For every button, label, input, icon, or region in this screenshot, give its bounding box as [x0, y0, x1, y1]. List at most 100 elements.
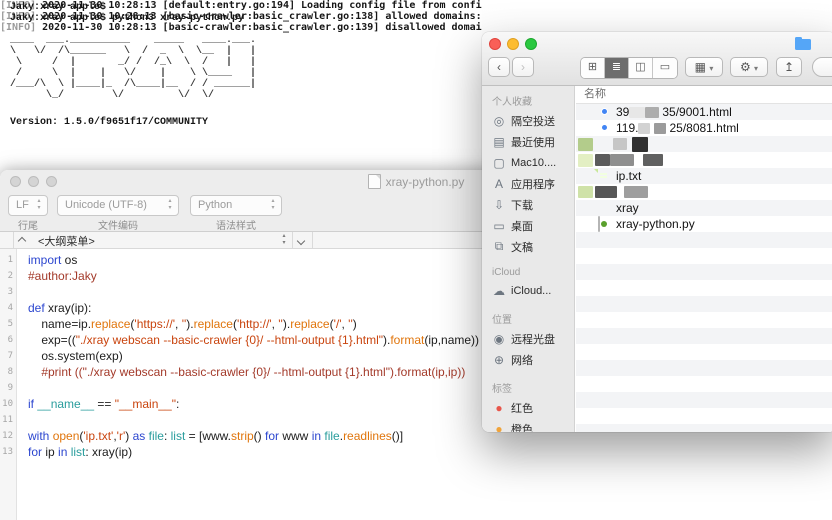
redaction-block	[643, 154, 663, 166]
gallery-view-button[interactable]: ▭	[653, 58, 677, 78]
line-number: 3	[7, 287, 13, 297]
code-token: format	[390, 333, 425, 347]
code-token: import	[28, 253, 62, 267]
outline-menu-select[interactable]: <大纲菜单>	[38, 233, 95, 249]
code-token: )	[125, 429, 133, 443]
encoding-select[interactable]: Unicode (UTF-8) ▴ ▾	[57, 195, 179, 216]
sidebar-item-network[interactable]: ⊕ 网络	[482, 349, 574, 370]
file-row[interactable]: 119. 25/8081.html	[576, 120, 832, 136]
file-name-text: 35/9001.html	[662, 105, 732, 119]
code-token: replace	[91, 317, 131, 331]
group-button[interactable]: ▦ ▾	[685, 57, 723, 77]
file-row[interactable]: xray	[576, 200, 832, 216]
file-row[interactable]: xray-python.py	[576, 216, 832, 232]
sidebar-item-desktop[interactable]: ▭ 桌面	[482, 215, 574, 236]
sidebar-item-document[interactable]: ▢ Mac10....	[482, 152, 574, 173]
minimize-button[interactable]	[507, 38, 519, 50]
sidebar-item-airdrop[interactable]: ◎ 隔空投送	[482, 110, 574, 131]
encoding-label: 文件编码	[98, 221, 138, 232]
sidebar-item-icloud-drive[interactable]: ☁ iCloud...	[482, 280, 574, 301]
file-row[interactable]: 39 35/9001.html	[576, 104, 832, 120]
code-token: : xray(ip)	[85, 445, 133, 459]
action-menu-button[interactable]: ⚙ ▾	[730, 57, 768, 77]
sidebar-item-tag-orange[interactable]: ● 橙色	[482, 418, 574, 433]
sidebar-item-label: 文稿	[511, 241, 533, 254]
sidebar-item-tag-red[interactable]: ● 红色	[482, 397, 574, 418]
file-name-text: xray	[616, 201, 639, 215]
document-icon	[367, 174, 381, 189]
code-token: file	[324, 429, 340, 443]
code-token: list	[70, 445, 86, 459]
redaction-block	[578, 153, 593, 167]
redaction-block	[578, 137, 593, 151]
file-icon-holder	[598, 201, 612, 215]
file-icon-holder	[598, 169, 612, 183]
downloads-icon: ⇩	[493, 197, 505, 212]
divider	[292, 232, 293, 248]
sidebar-item-recents[interactable]: ▤ 最近使用	[482, 131, 574, 152]
sidebar-section: 个人收藏 ◎ 隔空投送 ▤ 最近使用 ▢ Mac10.... A 应用程序 ⇩ 下载 ▭ 桌面 ⧉ 文稿	[482, 90, 574, 257]
share-button[interactable]: ↥	[776, 57, 802, 77]
chevron-up-icon	[17, 236, 27, 246]
sidebar-item-remote-disc[interactable]: ◉ 远程光盘	[482, 328, 574, 349]
zoom-button[interactable]	[525, 38, 537, 50]
column-view-button[interactable]: ◫	[629, 58, 653, 78]
file-icon-holder	[598, 105, 612, 119]
close-button[interactable]	[489, 38, 501, 50]
redaction-block	[654, 122, 667, 134]
terminal-prompt-lines: Jaky:xray apple$ Jaky:xray apple$ python…	[10, 2, 245, 24]
sidebar-section-header: 标签	[492, 384, 512, 395]
sidebar-section: 标签 ● 红色 ● 橙色	[482, 377, 574, 432]
redaction-block	[632, 136, 648, 152]
folder-icon	[795, 37, 811, 50]
icloud-drive-icon: ☁	[493, 283, 505, 298]
encoding-value: Unicode (UTF-8)	[65, 199, 147, 211]
code-token: readlines	[343, 429, 392, 443]
code-token: in	[58, 445, 68, 459]
file-row[interactable]	[576, 152, 832, 168]
divider	[13, 232, 14, 248]
syntax-select[interactable]: Python ▴ ▾	[190, 195, 282, 216]
line-number-gutter: 1 2 3 4 5 6 7 8 9 10 11 12 13	[0, 249, 17, 520]
list-view-button[interactable]: ≣	[605, 58, 629, 78]
line-number: 4	[7, 303, 13, 313]
redaction-block	[595, 186, 617, 198]
sidebar-item-downloads[interactable]: ⇩ 下载	[482, 194, 574, 215]
sidebar-item-label: 远程光盘	[511, 333, 555, 346]
tag-orange-icon: ●	[495, 421, 503, 433]
line-number: 5	[7, 319, 13, 329]
code-token: (ip,name))	[424, 333, 480, 347]
line-ending-label: 行尾	[18, 221, 38, 232]
xray-ascii-banner: ____ ___.__________ _____ ____.___. \ \/…	[10, 35, 257, 101]
stepper-icon: ▴ ▾	[168, 198, 172, 211]
file-icon-holder	[598, 216, 612, 232]
file-row[interactable]: ip.txt	[576, 168, 832, 184]
outline-up-button[interactable]	[17, 235, 27, 247]
sidebar-section: 位置 ◉ 远程光盘 ⊕ 网络	[482, 308, 574, 370]
back-button[interactable]: ‹	[488, 57, 510, 77]
code-token: ()]	[391, 429, 404, 443]
code-token: )	[352, 317, 357, 331]
line-number: 7	[7, 351, 13, 361]
finder-file-area: 名称 39 35/9001.html 119. 25/8081.html ip.txt x…	[576, 86, 832, 432]
finder-toolbar: ‹ › ⊞ ≣ ◫ ▭ ▦ ▾ ⚙ ▾ ↥	[482, 32, 832, 86]
forward-button[interactable]: ›	[512, 57, 534, 77]
icon-view-button[interactable]: ⊞	[581, 58, 605, 78]
finder-sidebar: 个人收藏 ◎ 隔空投送 ▤ 最近使用 ▢ Mac10.... A 应用程序 ⇩ 下载 ▭ 桌面 ⧉ 文稿 iC…	[482, 86, 575, 432]
sidebar-section-header: 位置	[492, 315, 512, 326]
code-token: #author:Jaky	[28, 269, 97, 283]
sidebar-item-label: 隔空投送	[511, 115, 555, 128]
file-row[interactable]	[576, 184, 832, 200]
file-name-text: ip.txt	[616, 169, 642, 183]
sidebar-item-applications[interactable]: A 应用程序	[482, 173, 574, 194]
line-ending-value: LF	[16, 199, 29, 211]
toolbar-pill-button[interactable]	[812, 57, 832, 77]
sidebar-item-documents[interactable]: ⧉ 文稿	[482, 236, 574, 257]
split-editor-button[interactable]	[296, 235, 306, 247]
column-header-name[interactable]: 名称	[576, 86, 832, 104]
file-row[interactable]	[576, 136, 832, 152]
line-ending-select[interactable]: LF ▴ ▾	[8, 195, 48, 216]
divider	[312, 232, 313, 248]
stepper-icon: ▴ ▾	[282, 233, 286, 246]
